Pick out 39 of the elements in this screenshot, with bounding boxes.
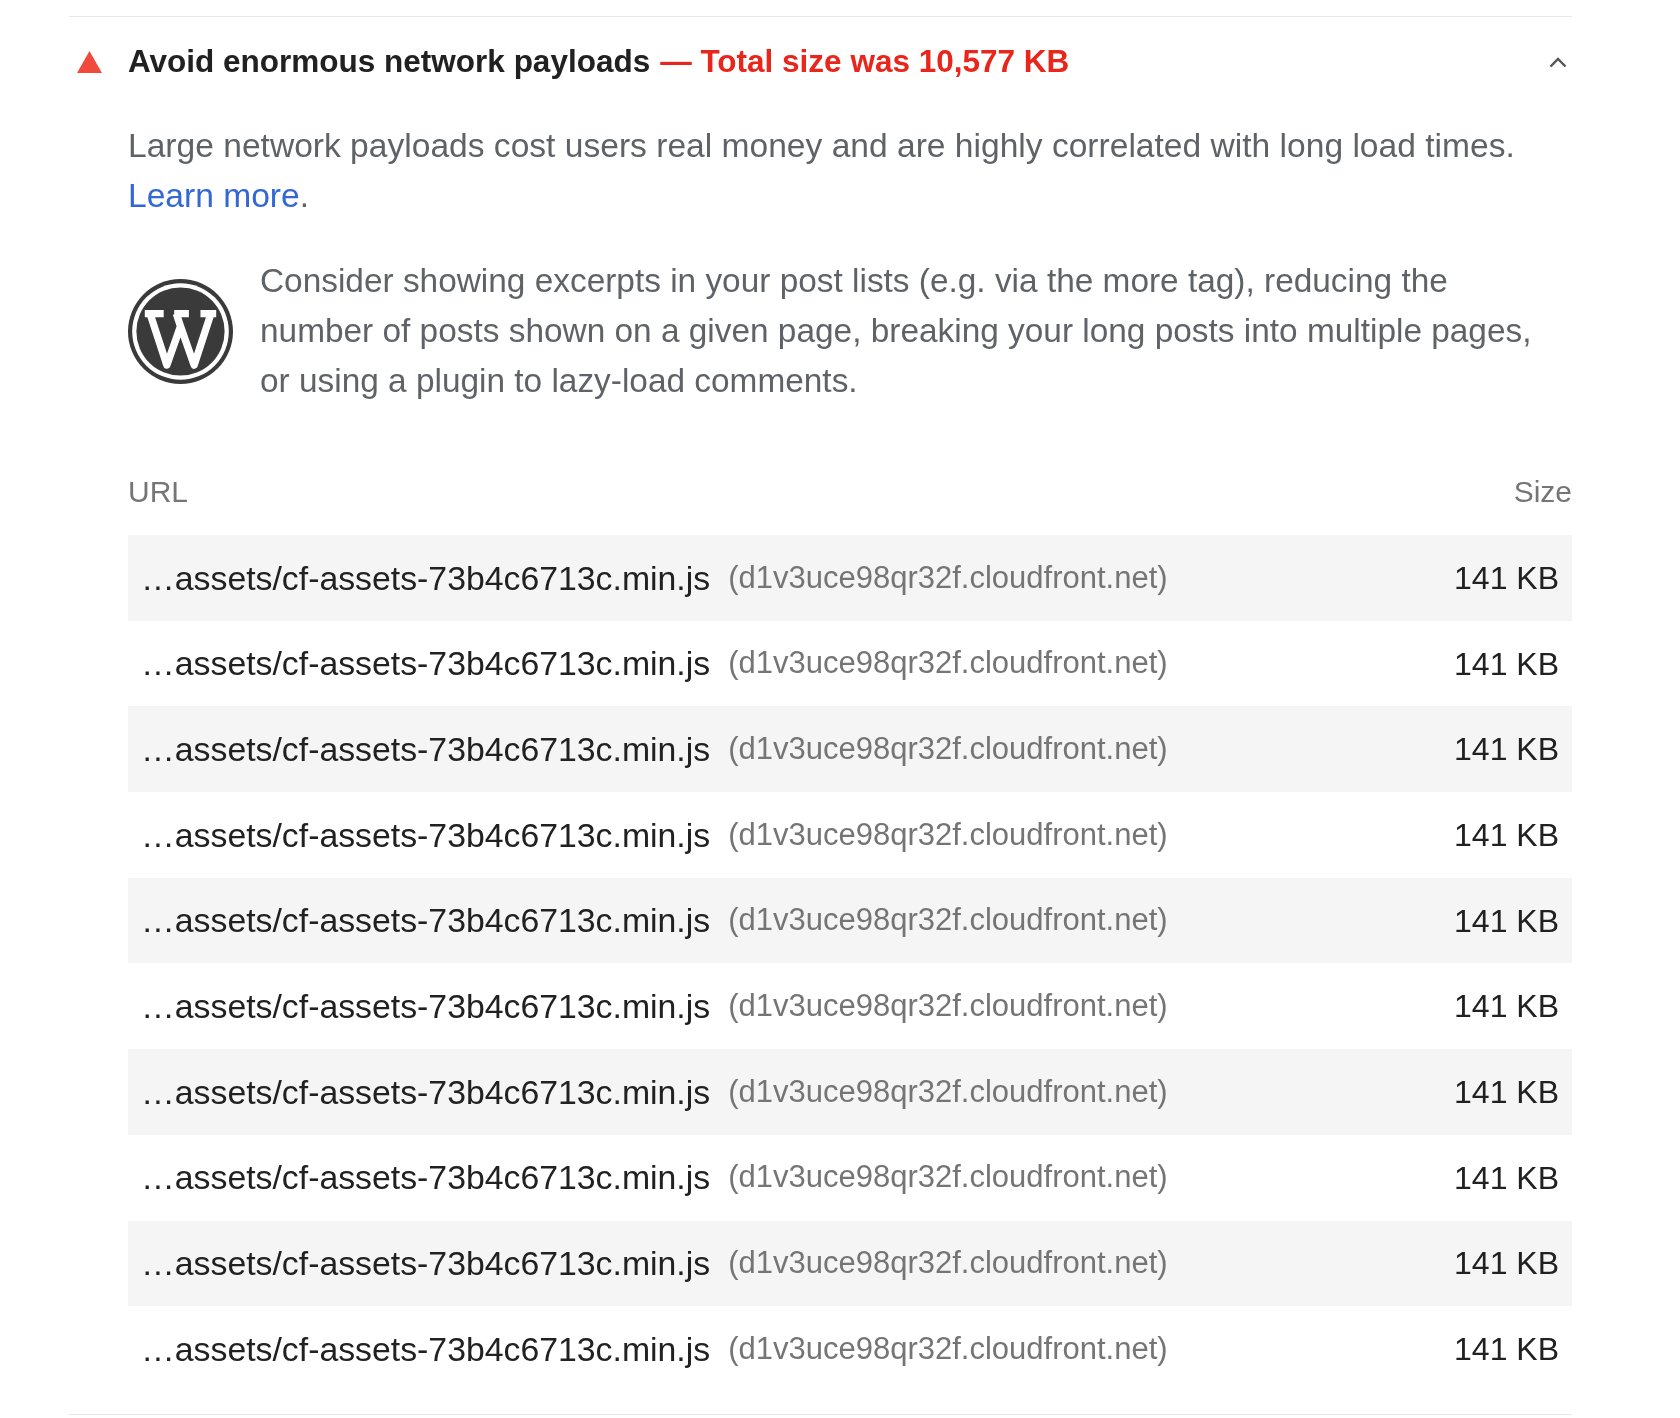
stack-pack-tip: Consider showing excerpts in your post lists (e.g. via the more tag), reducing the number of posts shown on a given page, breaking your long posts into multiple pages, or using a plugin to lazy-load comments.	[260, 261, 1533, 401]
file-size: 141 KB	[1454, 815, 1559, 855]
file-url: …assets/cf-assets-73b4c6713c.min.js	[141, 814, 711, 856]
url-column-header: URL	[128, 474, 188, 510]
file-size: 141 KB	[1454, 1244, 1559, 1284]
host-name: (d1v3uce98qr32f.cloudfront.net)	[728, 1329, 1168, 1368]
file-url: …assets/cf-assets-73b4c6713c.min.js	[141, 985, 711, 1027]
logo-icon	[128, 278, 233, 384]
file-url: …assets/cf-assets-73b4c6713c.min.js	[141, 1071, 711, 1113]
audit-result: — Total size was 10,577 KB	[660, 42, 1070, 82]
chevron-up-icon[interactable]	[1549, 56, 1567, 68]
host-name: (d1v3uce98qr32f.cloudfront.net)	[728, 987, 1168, 1026]
audit-description: Large network payloads cost users real money and are highly correlated with long load times. Learn more.	[128, 126, 1516, 216]
file-size: 141 KB	[1454, 901, 1559, 941]
file-url: …assets/cf-assets-73b4c6713c.min.js	[141, 1243, 711, 1284]
host-name: (d1v3uce98qr32f.cloudfront.net)	[728, 901, 1168, 940]
file-url: …assets/cf-assets-73b4c6713c.min.js	[141, 643, 711, 685]
host-name: (d1v3uce98qr32f.cloudfront.net)	[728, 1158, 1168, 1197]
learn-more-link[interactable]: Learn more	[128, 177, 300, 214]
file-size: 141 KB	[1454, 1158, 1559, 1198]
file-url: …assets/cf-assets-73b4c6713c.min.js	[141, 1157, 711, 1199]
host-name: (d1v3uce98qr32f.cloudfront.net)	[728, 558, 1168, 597]
file-size: 141 KB	[1454, 987, 1559, 1027]
file-size: 141 KB	[1454, 730, 1559, 770]
file-url: …assets/cf-assets-73b4c6713c.min.js	[141, 557, 711, 599]
file-size: 141 KB	[1454, 1330, 1559, 1370]
file-size: 141 KB	[1454, 644, 1559, 684]
host-name: (d1v3uce98qr32f.cloudfront.net)	[728, 1072, 1168, 1111]
host-name: (d1v3uce98qr32f.cloudfront.net)	[728, 644, 1168, 683]
file-url: …assets/cf-assets-73b4c6713c.min.js	[141, 728, 711, 770]
file-url: …assets/cf-assets-73b4c6713c.min.js	[141, 900, 711, 942]
file-size: 141 KB	[1454, 1072, 1559, 1112]
file-size: 141 KB	[1454, 558, 1559, 598]
size-column-header: Size	[1513, 474, 1572, 510]
host-name: (d1v3uce98qr32f.cloudfront.net)	[728, 815, 1168, 854]
host-name: (d1v3uce98qr32f.cloudfront.net)	[728, 1244, 1168, 1283]
audit-title: Avoid enormous network payloads	[128, 42, 651, 82]
file-url: …assets/cf-assets-73b4c6713c.min.js	[141, 1328, 711, 1370]
host-name: (d1v3uce98qr32f.cloudfront.net)	[728, 729, 1168, 768]
